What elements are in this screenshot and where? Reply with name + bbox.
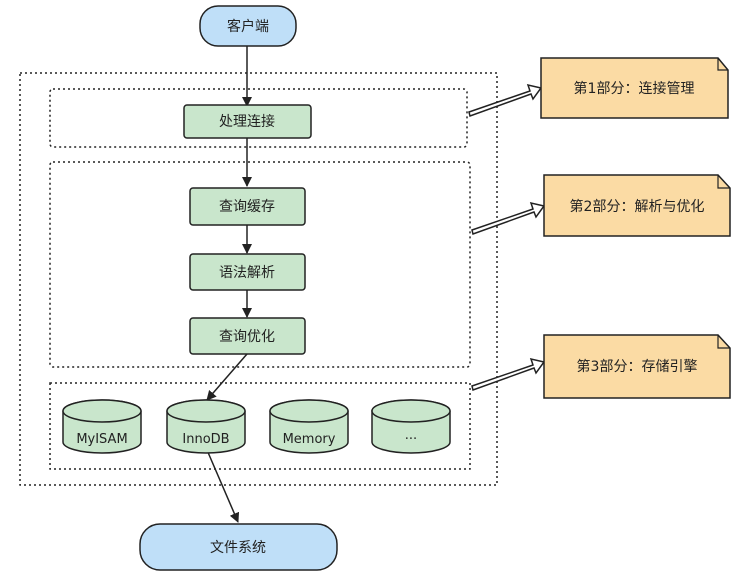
filesystem-label: 文件系统	[210, 540, 266, 556]
note-part-3: 第3部分：存储引擎	[543, 334, 731, 399]
engine-innodb-label: InnoDB	[182, 432, 229, 447]
hollow-arrow-3	[471, 357, 546, 391]
filesystem-node: 文件系统	[139, 523, 338, 571]
process-connection-label: 处理连接	[219, 113, 275, 130]
process-query-cache: 查询缓存	[189, 187, 306, 226]
engine-innodb: InnoDB	[166, 399, 246, 454]
process-connection: 处理连接	[183, 104, 312, 139]
mysql-architecture-diagram: 客户端 处理连接 查询缓存 语法解析 查询优化 MyISAM InnoDB Memo…	[19, 5, 731, 571]
syntax-parse-label: 语法解析	[219, 265, 275, 281]
edge-innodb-to-filesystem	[206, 449, 240, 523]
query-cache-label: 查询缓存	[219, 199, 275, 215]
engine-myisam-label: MyISAM	[76, 432, 127, 447]
engine-memory-label: Memory	[283, 432, 336, 447]
note-part-2: 第2部分：解析与优化	[543, 174, 731, 237]
engine-more-label: ···	[405, 432, 417, 447]
note-part-1: 第1部分：连接管理	[540, 57, 729, 119]
query-optimize-label: 查询优化	[219, 329, 275, 345]
note-part-3-label: 第3部分：存储引擎	[577, 358, 698, 375]
edge-optimize-to-innodb	[206, 353, 248, 401]
client-label: 客户端	[227, 18, 269, 35]
process-syntax-parse: 语法解析	[189, 253, 306, 291]
note-part-2-label: 第2部分：解析与优化	[570, 198, 705, 215]
client-node: 客户端	[199, 5, 297, 47]
note-part-1-label: 第1部分：连接管理	[574, 80, 695, 97]
engine-more: ···	[371, 399, 451, 454]
process-query-optimize: 查询优化	[189, 317, 306, 355]
hollow-arrow-2	[471, 201, 546, 235]
engine-memory: Memory	[269, 399, 349, 454]
hollow-arrow-1	[468, 83, 543, 117]
engine-myisam: MyISAM	[62, 399, 142, 454]
